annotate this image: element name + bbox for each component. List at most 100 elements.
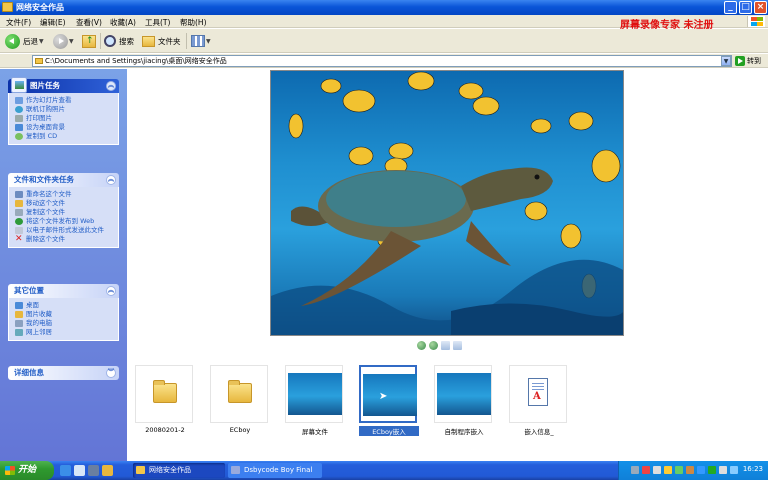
folder-icon: [35, 58, 43, 64]
task-email[interactable]: 以电子邮件形式发送此文件: [15, 226, 114, 234]
forward-arrow-icon: [53, 33, 68, 49]
move-icon: [15, 199, 23, 207]
rotate-right-icon[interactable]: [453, 341, 462, 350]
task-publish-web[interactable]: 将这个文件发布到 Web: [15, 217, 114, 225]
back-button[interactable]: 后退 ▼: [5, 32, 44, 50]
views-button[interactable]: ▼: [191, 32, 211, 50]
go-arrow-icon: [735, 56, 745, 66]
expand-icon[interactable]: ︾: [106, 368, 116, 378]
maximize-button[interactable]: □: [739, 1, 752, 14]
next-image-icon[interactable]: [429, 341, 438, 350]
thumbnail-list: 20080201-2 ECboy 屏幕文件 ➤ ECboy嵌入 自制程序嵌入 嵌…: [135, 365, 765, 443]
task-delete[interactable]: ✕ 删除这个文件: [15, 233, 114, 244]
ie-quicklaunch-icon[interactable]: [60, 465, 71, 476]
previous-image-icon[interactable]: [417, 341, 426, 350]
image-preview[interactable]: [270, 70, 624, 336]
address-dropdown-button[interactable]: ▼: [721, 56, 731, 66]
folder-icon: [228, 380, 252, 403]
thumbnail-item[interactable]: ECboy: [210, 365, 270, 434]
menu-tools[interactable]: 工具(T): [145, 17, 170, 28]
app-icon: [231, 466, 240, 474]
tray-icon[interactable]: [664, 466, 672, 474]
address-input[interactable]: C:\Documents and Settings\jiacing\桌面\网络安…: [32, 55, 732, 67]
folders-button[interactable]: 文件夹: [142, 32, 181, 50]
task-slideshow[interactable]: 作为幻灯片查看: [15, 96, 114, 104]
menu-file[interactable]: 文件(F): [6, 17, 31, 28]
picture-tasks-panel: 图片任务 ︽ 作为幻灯片查看 联机订购照片 打印图片 设为桌面背景 复制到 CD: [8, 77, 119, 145]
close-button[interactable]: ×: [754, 1, 767, 14]
forward-button[interactable]: ▼: [53, 32, 74, 50]
slideshow-icon: [15, 96, 23, 104]
tray-icon[interactable]: [697, 466, 705, 474]
folder-content: 20080201-2 ECboy 屏幕文件 ➤ ECboy嵌入 自制程序嵌入 嵌…: [127, 69, 768, 461]
thumbnail-item[interactable]: 自制程序嵌入: [434, 365, 494, 436]
collapse-icon[interactable]: ︽: [106, 175, 116, 185]
rotate-left-icon[interactable]: [441, 341, 450, 350]
task-rename[interactable]: 重命名这个文件: [15, 190, 114, 198]
mouse-cursor-icon: ➤: [379, 391, 388, 402]
thumbnail-label: ECboy: [229, 426, 251, 434]
other-places-header[interactable]: 其它位置 ︽: [8, 284, 119, 298]
rename-icon: [15, 190, 23, 198]
task-move[interactable]: 移动这个文件: [15, 199, 114, 207]
menu-edit[interactable]: 编辑(E): [40, 17, 66, 28]
tray-icon[interactable]: [708, 466, 716, 474]
title-bar[interactable]: 网络安全作品 _ □ ×: [0, 0, 768, 15]
desktop-quicklaunch-icon[interactable]: [74, 465, 85, 476]
go-button[interactable]: 转到: [735, 55, 761, 67]
delete-icon: ✕: [15, 233, 23, 244]
task-copy-to-cd[interactable]: 复制到 CD: [15, 132, 114, 140]
place-my-pictures[interactable]: 图片收藏: [15, 310, 114, 318]
volume-icon[interactable]: [719, 466, 727, 474]
menu-favorites[interactable]: 收藏(A): [110, 17, 136, 28]
file-tasks-header[interactable]: 文件和文件夹任务 ︽: [8, 173, 119, 187]
thumbnail-item[interactable]: 嵌入信息_: [509, 365, 569, 436]
collapse-icon[interactable]: ︽: [106, 286, 116, 296]
collapse-icon[interactable]: ︽: [106, 81, 116, 91]
explorer-quicklaunch-icon[interactable]: [102, 465, 113, 476]
thumbnail-item[interactable]: 屏幕文件: [285, 365, 345, 436]
task-copy[interactable]: 复制这个文件: [15, 208, 114, 216]
other-places-list: 桌面 图片收藏 我的电脑 网上邻居: [8, 298, 119, 341]
tray-icon[interactable]: [631, 466, 639, 474]
tray-icon[interactable]: [686, 466, 694, 474]
image-viewer-controls: [417, 341, 462, 350]
taskbar: 开始 网络安全作品 Dsbycode Boy Final 16:23: [0, 461, 768, 480]
search-button[interactable]: 搜索: [104, 32, 134, 50]
thumbnail-label: 20080201-2: [145, 426, 185, 434]
task-set-background[interactable]: 设为桌面背景: [15, 123, 114, 131]
media-quicklaunch-icon[interactable]: [88, 465, 99, 476]
folder-icon: [153, 380, 177, 403]
desktop-icon: [15, 301, 23, 309]
menu-view[interactable]: 查看(V): [76, 17, 102, 28]
task-order-prints[interactable]: 联机订购照片: [15, 105, 114, 113]
up-folder-button[interactable]: ↑: [82, 32, 96, 50]
task-print-picture[interactable]: 打印图片: [15, 114, 114, 122]
windows-logo-icon: [747, 16, 765, 27]
folder-icon: [136, 466, 145, 474]
start-button[interactable]: 开始: [0, 461, 54, 480]
other-places-panel: 其它位置 ︽ 桌面 图片收藏 我的电脑 网上邻居: [8, 284, 119, 341]
picture-tasks-header[interactable]: 图片任务 ︽: [8, 77, 119, 93]
network-status-icon[interactable]: [730, 466, 738, 474]
menu-help[interactable]: 帮助(H): [180, 17, 207, 28]
tray-icon[interactable]: [675, 466, 683, 474]
chevron-down-icon: ▼: [206, 37, 211, 45]
picture-tasks-list: 作为幻灯片查看 联机订购照片 打印图片 设为桌面背景 复制到 CD: [8, 93, 119, 145]
place-my-computer[interactable]: 我的电脑: [15, 319, 114, 327]
details-header[interactable]: 详细信息 ︾: [8, 366, 119, 380]
globe-icon: [15, 105, 23, 113]
place-network[interactable]: 网上邻居: [15, 328, 114, 336]
thumbnail-item[interactable]: 20080201-2: [135, 365, 195, 434]
place-desktop[interactable]: 桌面: [15, 301, 114, 309]
taskbar-item-explorer[interactable]: 网络安全作品: [133, 463, 225, 478]
taskbar-item-player[interactable]: Dsbycode Boy Final: [228, 463, 322, 478]
tray-icon[interactable]: [653, 466, 661, 474]
task-pane: 图片任务 ︽ 作为幻灯片查看 联机订购照片 打印图片 设为桌面背景 复制到 CD…: [0, 69, 127, 461]
minimize-button[interactable]: _: [724, 1, 737, 14]
computer-icon: [15, 319, 23, 327]
thumbnail-item-selected[interactable]: ➤ ECboy嵌入: [359, 365, 419, 436]
tray-icon[interactable]: [642, 466, 650, 474]
toolbar-separator: [100, 33, 101, 49]
desktop-icon: [15, 123, 23, 131]
